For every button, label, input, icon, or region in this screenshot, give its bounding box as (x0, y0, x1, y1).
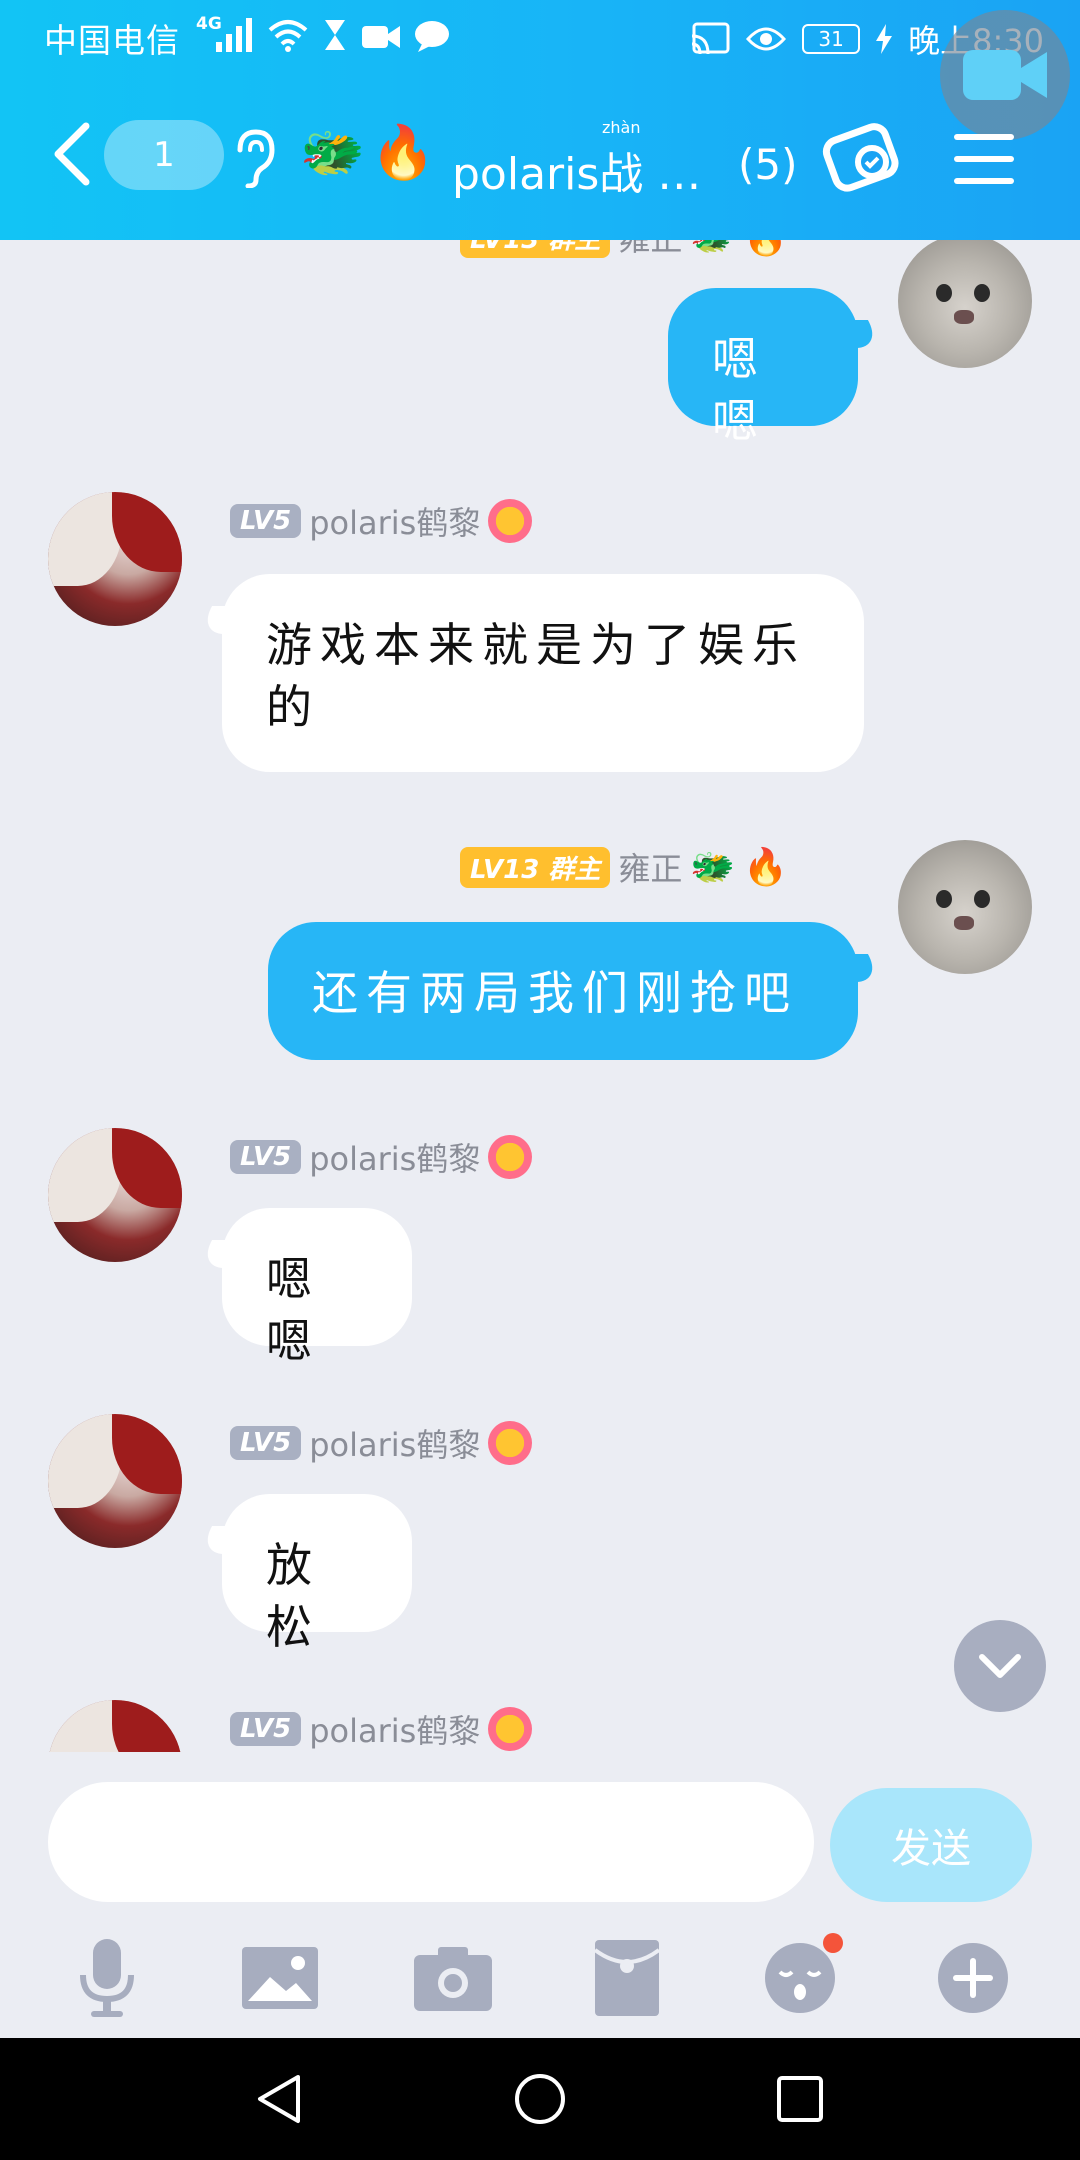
flower-icon (488, 1135, 533, 1179)
flower-icon (488, 1707, 533, 1751)
message-status-icon (415, 21, 449, 52)
wifi-icon (268, 20, 308, 52)
cast-icon (692, 22, 730, 55)
avatar[interactable] (48, 492, 182, 626)
dragon-icon: 🐲 (690, 240, 735, 258)
message-text: 游戏本来就是为了娱乐的 (266, 618, 806, 735)
level-badge: LV5 (230, 1426, 302, 1460)
red-packet-icon (594, 1940, 659, 2016)
level-badge: LV13 群主 (460, 240, 611, 258)
sender-row: LV13 群主 雍正 🐲 🔥 (460, 240, 788, 262)
level-badge: LV5 (230, 504, 302, 538)
charging-icon (876, 24, 893, 54)
emoji-button[interactable] (755, 1933, 845, 2023)
level-text: LV13 (470, 854, 540, 885)
send-button[interactable]: 发送 (830, 1788, 1032, 1902)
level-badge: LV5 (230, 1712, 302, 1746)
signal-icon (216, 18, 252, 52)
input-area: 发送 (0, 1752, 1080, 2038)
owner-title: 群主 (548, 854, 601, 885)
chat-title-text: polaris战 … (452, 149, 702, 200)
nav-recents-icon[interactable] (774, 2073, 826, 2125)
status-icons (214, 18, 450, 52)
level-badge: LV13 群主 (460, 846, 611, 888)
input-toolbar (0, 1928, 1080, 2028)
eye-icon (746, 27, 787, 51)
camera-icon (414, 1947, 493, 2011)
level-badge: LV5 (230, 1140, 302, 1174)
message-list[interactable]: LV13 群主 雍正 🐲 🔥 嗯嗯 LV5 polaris鹤黎 游戏本来就是为了… (0, 240, 1080, 1752)
system-nav-bar (0, 2038, 1080, 2160)
chat-header: 中国电信 4G 31 1 🐲 🔥 zhàn polaris战 … (5) (0, 0, 1080, 240)
sender-name: polaris鹤黎 (309, 504, 481, 542)
message-bubble[interactable]: 嗯嗯 (668, 288, 858, 448)
camera-button[interactable] (408, 1933, 498, 2023)
more-button[interactable] (928, 1933, 1018, 2023)
sender-row: LV5 polaris鹤黎 (230, 1418, 533, 1468)
chat-title[interactable]: zhàn polaris战 … (452, 118, 702, 202)
message-text: 嗯嗯 (266, 1252, 320, 1369)
avatar[interactable] (48, 1128, 182, 1262)
sender-row: LV5 polaris鹤黎 (230, 496, 533, 546)
status-bar: 中国电信 4G 31 (0, 0, 1080, 140)
plus-icon (938, 1943, 1009, 2013)
sender-row: LV13 群主 雍正 🐲 🔥 (460, 842, 788, 892)
message-text: 还有两局我们刚抢吧 (312, 966, 798, 1020)
unread-count-badge[interactable]: 1 (104, 120, 224, 190)
unread-count: 1 (153, 135, 175, 175)
emoji-icon (764, 1943, 835, 2013)
notification-dot (822, 1933, 843, 1953)
avatar[interactable] (898, 840, 1032, 974)
video-status-icon (362, 26, 400, 48)
message-bubble[interactable]: 放松 (222, 1494, 412, 1654)
nav-bar: 1 🐲 🔥 zhàn polaris战 … (5) (0, 100, 1080, 220)
fire-icon: 🔥 (370, 123, 436, 183)
message-input[interactable] (48, 1782, 814, 1902)
nav-home-icon[interactable] (514, 2073, 566, 2125)
carrier-label: 中国电信 (44, 21, 180, 60)
message-text: 嗯嗯 (712, 332, 766, 449)
level-text: LV13 (470, 240, 539, 255)
nav-back-icon[interactable] (254, 2073, 306, 2125)
sender-name: 雍正 (618, 850, 683, 888)
owner-title: 群主 (548, 240, 600, 255)
avatar[interactable] (48, 1414, 182, 1548)
hourglass-icon (325, 20, 345, 50)
microphone-icon (79, 1939, 134, 2017)
voice-button[interactable] (62, 1933, 152, 2023)
sender-name: polaris鹤黎 (309, 1140, 481, 1178)
chevron-down-icon (979, 1654, 1021, 1678)
sender-row: LV5 polaris鹤黎 (230, 1132, 533, 1182)
battery-indicator: 31 (802, 24, 861, 54)
red-packet-button[interactable] (582, 1933, 672, 2023)
fire-icon: 🔥 (743, 847, 789, 888)
flower-icon (488, 1421, 533, 1465)
flower-icon (488, 499, 533, 543)
sender-name: polaris鹤黎 (309, 1426, 481, 1464)
menu-icon[interactable] (954, 132, 1014, 186)
sender-name: polaris鹤黎 (309, 1712, 481, 1750)
ear-icon[interactable] (232, 128, 276, 188)
member-count: (5) (738, 140, 798, 189)
avatar[interactable] (48, 1700, 182, 1752)
fire-icon: 🔥 (743, 240, 788, 258)
dragon-icon: 🐲 (300, 123, 365, 183)
title-emoji-group: 🐲 🔥 (300, 122, 436, 183)
sync-icon[interactable] (822, 118, 906, 196)
chat-title-pinyin: zhàn (602, 118, 641, 137)
avatar[interactable] (898, 240, 1032, 368)
sender-name: 雍正 (618, 240, 682, 260)
message-bubble[interactable]: 游戏本来就是为了娱乐的 (222, 574, 864, 772)
message-text: 放松 (266, 1538, 320, 1655)
image-button[interactable] (235, 1933, 325, 2023)
message-bubble[interactable]: 还有两局我们刚抢吧 (268, 922, 858, 1060)
video-camera-icon (963, 50, 1047, 100)
message-bubble[interactable]: 嗯嗯 (222, 1208, 412, 1368)
back-arrow-icon[interactable] (52, 122, 92, 186)
battery-level: 31 (818, 27, 844, 51)
scroll-to-bottom-button[interactable] (954, 1620, 1046, 1712)
sender-row: LV5 polaris鹤黎 (230, 1704, 533, 1752)
dragon-icon: 🐲 (690, 847, 736, 888)
image-icon (241, 1947, 318, 2009)
